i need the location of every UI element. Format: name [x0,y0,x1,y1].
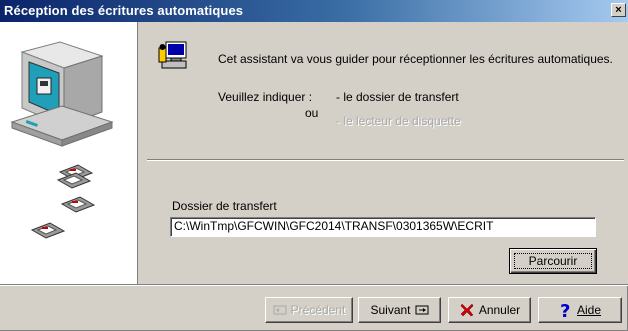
previous-button[interactable]: Précédent [265,297,353,323]
illustration-panel [0,22,137,284]
close-button[interactable]: × [611,3,626,17]
focus-rect [514,253,592,269]
cancel-button-label: Annuler [478,303,521,317]
previous-arrow-icon [273,305,287,315]
cancel-button[interactable]: Annuler [448,297,531,323]
option-floppy-drive: - le lecteur de disquette [336,114,461,128]
svg-text:?: ? [560,301,570,319]
or-label: ou [305,106,319,120]
computer-illustration [10,41,114,239]
next-button[interactable]: Suivant [358,297,441,323]
transfer-folder-label: Dossier de transfert [172,199,277,213]
section-divider-highlight [147,160,624,161]
next-button-label: Suivant [370,303,411,317]
computer-icon [10,41,114,147]
help-button-label: Aide [576,303,602,317]
cancel-x-icon [460,303,474,317]
intro-text: Cet assistant va vous guider pour récept… [218,52,613,66]
option-transfer-folder[interactable]: - le dossier de transfert [336,90,459,104]
previous-button-label: Précédent [290,303,346,317]
next-arrow-icon [415,305,429,315]
wizard-window: Réception des écritures automatiques × C… [0,0,628,331]
transfer-folder-input[interactable]: C:\WinTmp\GFCWIN\GFC2014\TRANSF\0301365W… [170,217,596,237]
browse-button[interactable]: Parcourir [509,248,597,274]
help-question-icon: ? [560,301,570,319]
assistant-computer-icon [158,41,187,69]
help-button[interactable]: ? Aide [538,297,622,323]
footer-divider-highlight [0,285,628,286]
indicate-label: Veuillez indiquer : [218,90,313,104]
title-bar[interactable]: Réception des écritures automatiques × [0,0,628,22]
floppy-disk-icon [30,222,66,239]
floppy-disk-icon [60,196,96,213]
floppy-disk-icon [56,164,94,189]
window-title: Réception des écritures automatiques [4,3,244,18]
